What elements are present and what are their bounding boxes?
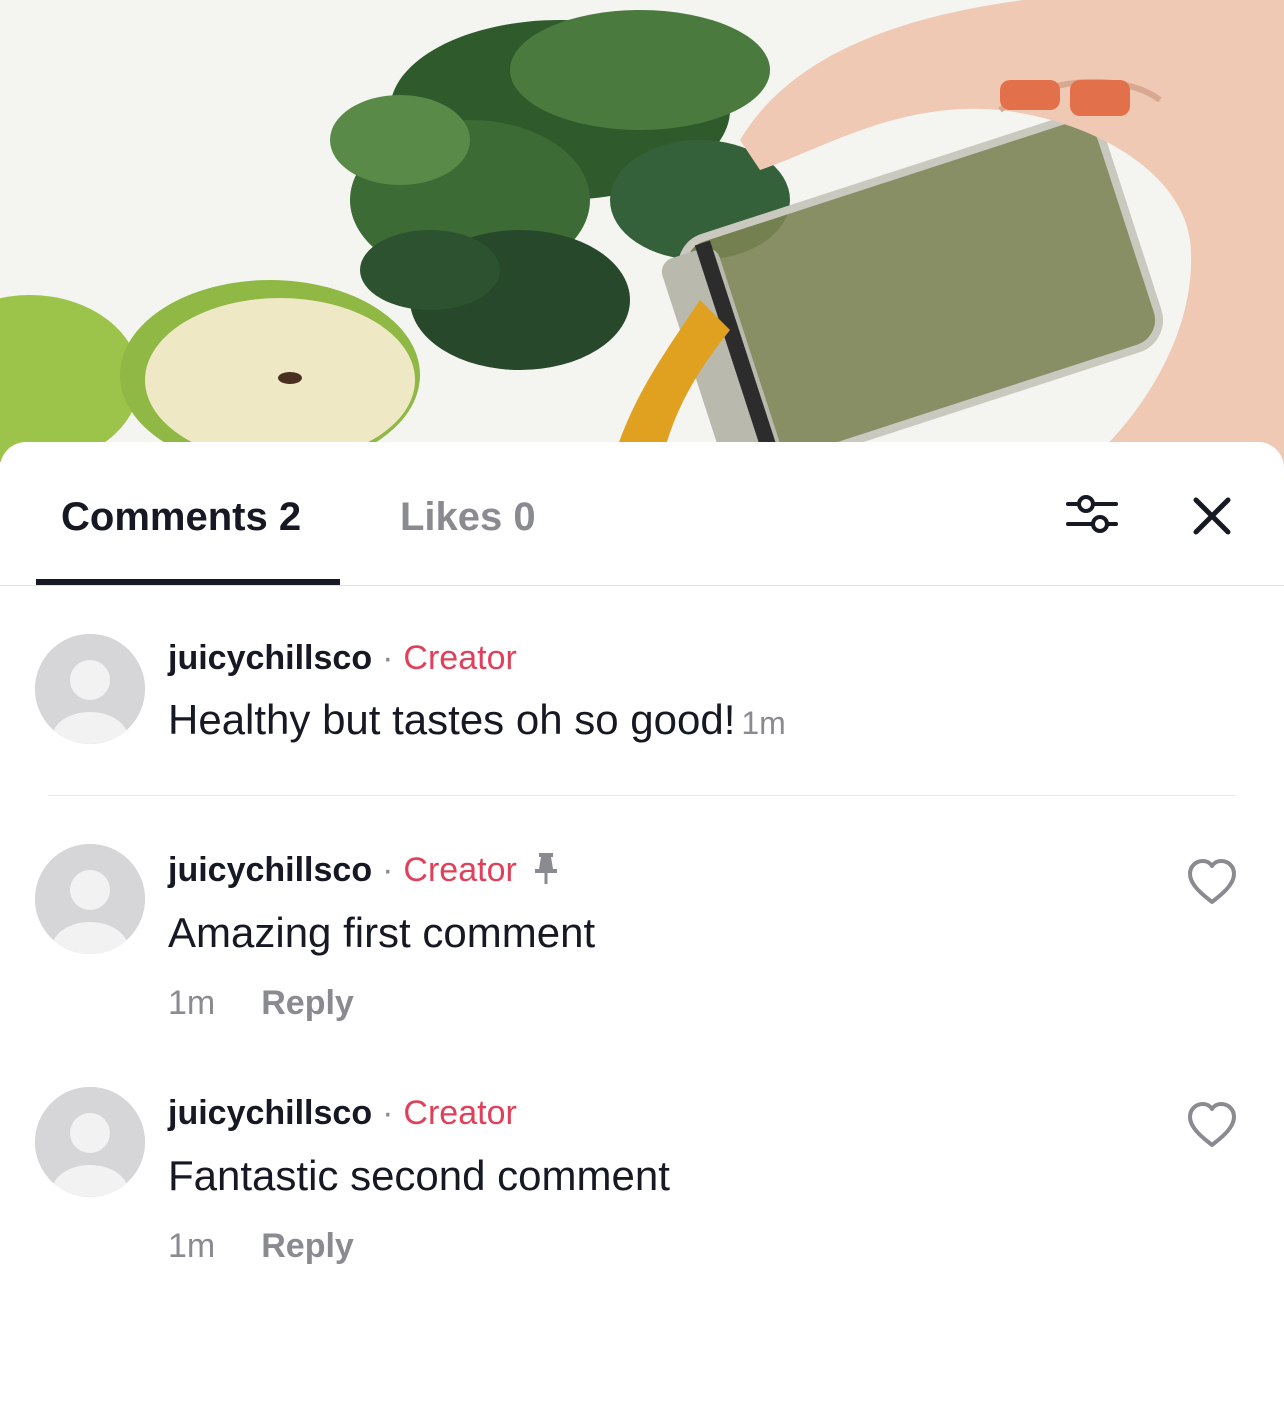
comment-time: 1m xyxy=(168,984,216,1022)
filter-button[interactable] xyxy=(1062,488,1122,540)
caption-time: 1m xyxy=(741,705,786,741)
username[interactable]: juicychillsco xyxy=(168,851,372,889)
avatar[interactable] xyxy=(35,844,145,954)
close-icon xyxy=(1193,497,1231,535)
tab-likes[interactable]: Likes 0 xyxy=(400,492,536,542)
reply-button[interactable]: Reply xyxy=(261,1227,354,1265)
close-button[interactable] xyxy=(1186,490,1238,542)
username[interactable]: juicychillsco xyxy=(168,1094,372,1132)
divider xyxy=(48,795,1236,796)
separator-dot: · xyxy=(382,851,394,889)
comment-item: juicychillsco · Creator Amazing first comm… xyxy=(0,844,1284,1044)
tab-comments[interactable]: Comments 2 xyxy=(61,492,301,542)
like-button[interactable] xyxy=(1186,1101,1238,1149)
pin-icon xyxy=(531,851,561,895)
comment-text: Fantastic second comment xyxy=(168,1152,670,1199)
username[interactable]: juicychillsco xyxy=(168,639,372,677)
comment-time: 1m xyxy=(168,1227,216,1265)
creator-badge: Creator xyxy=(403,639,517,677)
creator-badge: Creator xyxy=(403,851,517,889)
default-avatar-icon xyxy=(35,844,145,954)
separator-dot: · xyxy=(382,639,394,677)
creator-badge: Creator xyxy=(403,1094,517,1132)
default-avatar-icon xyxy=(35,634,145,744)
heart-icon xyxy=(1188,859,1236,904)
comment-text: Amazing first comment xyxy=(168,909,596,956)
heart-icon xyxy=(1188,1102,1236,1147)
separator-dot: · xyxy=(382,1094,394,1132)
default-avatar-icon xyxy=(35,1087,145,1197)
reply-button[interactable]: Reply xyxy=(261,984,354,1022)
tab-bar: Comments 2 Likes 0 xyxy=(0,442,1284,586)
active-tab-indicator xyxy=(36,579,340,585)
like-button[interactable] xyxy=(1186,858,1238,906)
video-background xyxy=(0,0,1284,470)
avatar[interactable] xyxy=(35,1087,145,1197)
sliders-icon xyxy=(1066,495,1118,533)
avatar[interactable] xyxy=(35,634,145,744)
caption-item: juicychillsco · Creator Healthy but tastes… xyxy=(0,632,1284,792)
caption-text: Healthy but tastes oh so good! xyxy=(168,696,736,743)
comment-item: juicychillsco · Creator Fantastic second c… xyxy=(0,1087,1284,1287)
comments-sheet: Comments 2 Likes 0 juicychillsco · Creat… xyxy=(0,442,1284,1402)
